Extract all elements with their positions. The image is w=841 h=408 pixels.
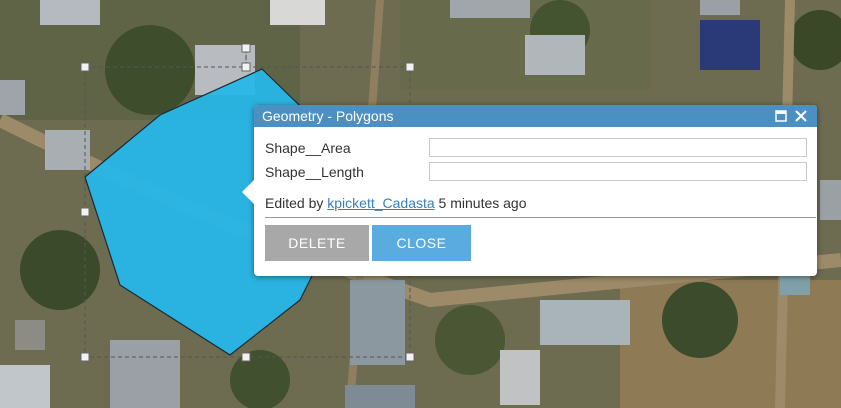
edited-info: Edited by kpickett_Cadasta 5 minutes ago xyxy=(265,193,809,213)
shape-length-input[interactable] xyxy=(429,162,807,181)
shape-area-input[interactable] xyxy=(429,138,807,157)
popup-body: Shape__Area Shape__Length Edited by kpic… xyxy=(254,127,817,261)
popup-title: Geometry - Polygons xyxy=(262,108,394,124)
divider xyxy=(265,217,816,218)
delete-button[interactable]: DELETE xyxy=(265,225,369,261)
field-row-shape-length: Shape__Length xyxy=(265,160,809,183)
edited-suffix: 5 minutes ago xyxy=(434,195,527,211)
action-buttons: DELETE CLOSE xyxy=(265,225,809,261)
popup-pointer xyxy=(242,180,254,204)
popup-header: Geometry - Polygons xyxy=(254,105,817,127)
field-row-shape-area: Shape__Area xyxy=(265,136,809,159)
attribute-popup: Geometry - Polygons Shape__Area Shape__L… xyxy=(242,105,817,276)
field-label-shape-length: Shape__Length xyxy=(265,163,364,180)
maximize-icon[interactable] xyxy=(773,108,789,124)
close-icon[interactable] xyxy=(793,108,809,124)
edited-prefix: Edited by xyxy=(265,195,328,211)
close-button[interactable]: CLOSE xyxy=(372,225,471,261)
editor-link[interactable]: kpickett_Cadasta xyxy=(327,195,434,211)
field-label-shape-area: Shape__Area xyxy=(265,139,351,156)
